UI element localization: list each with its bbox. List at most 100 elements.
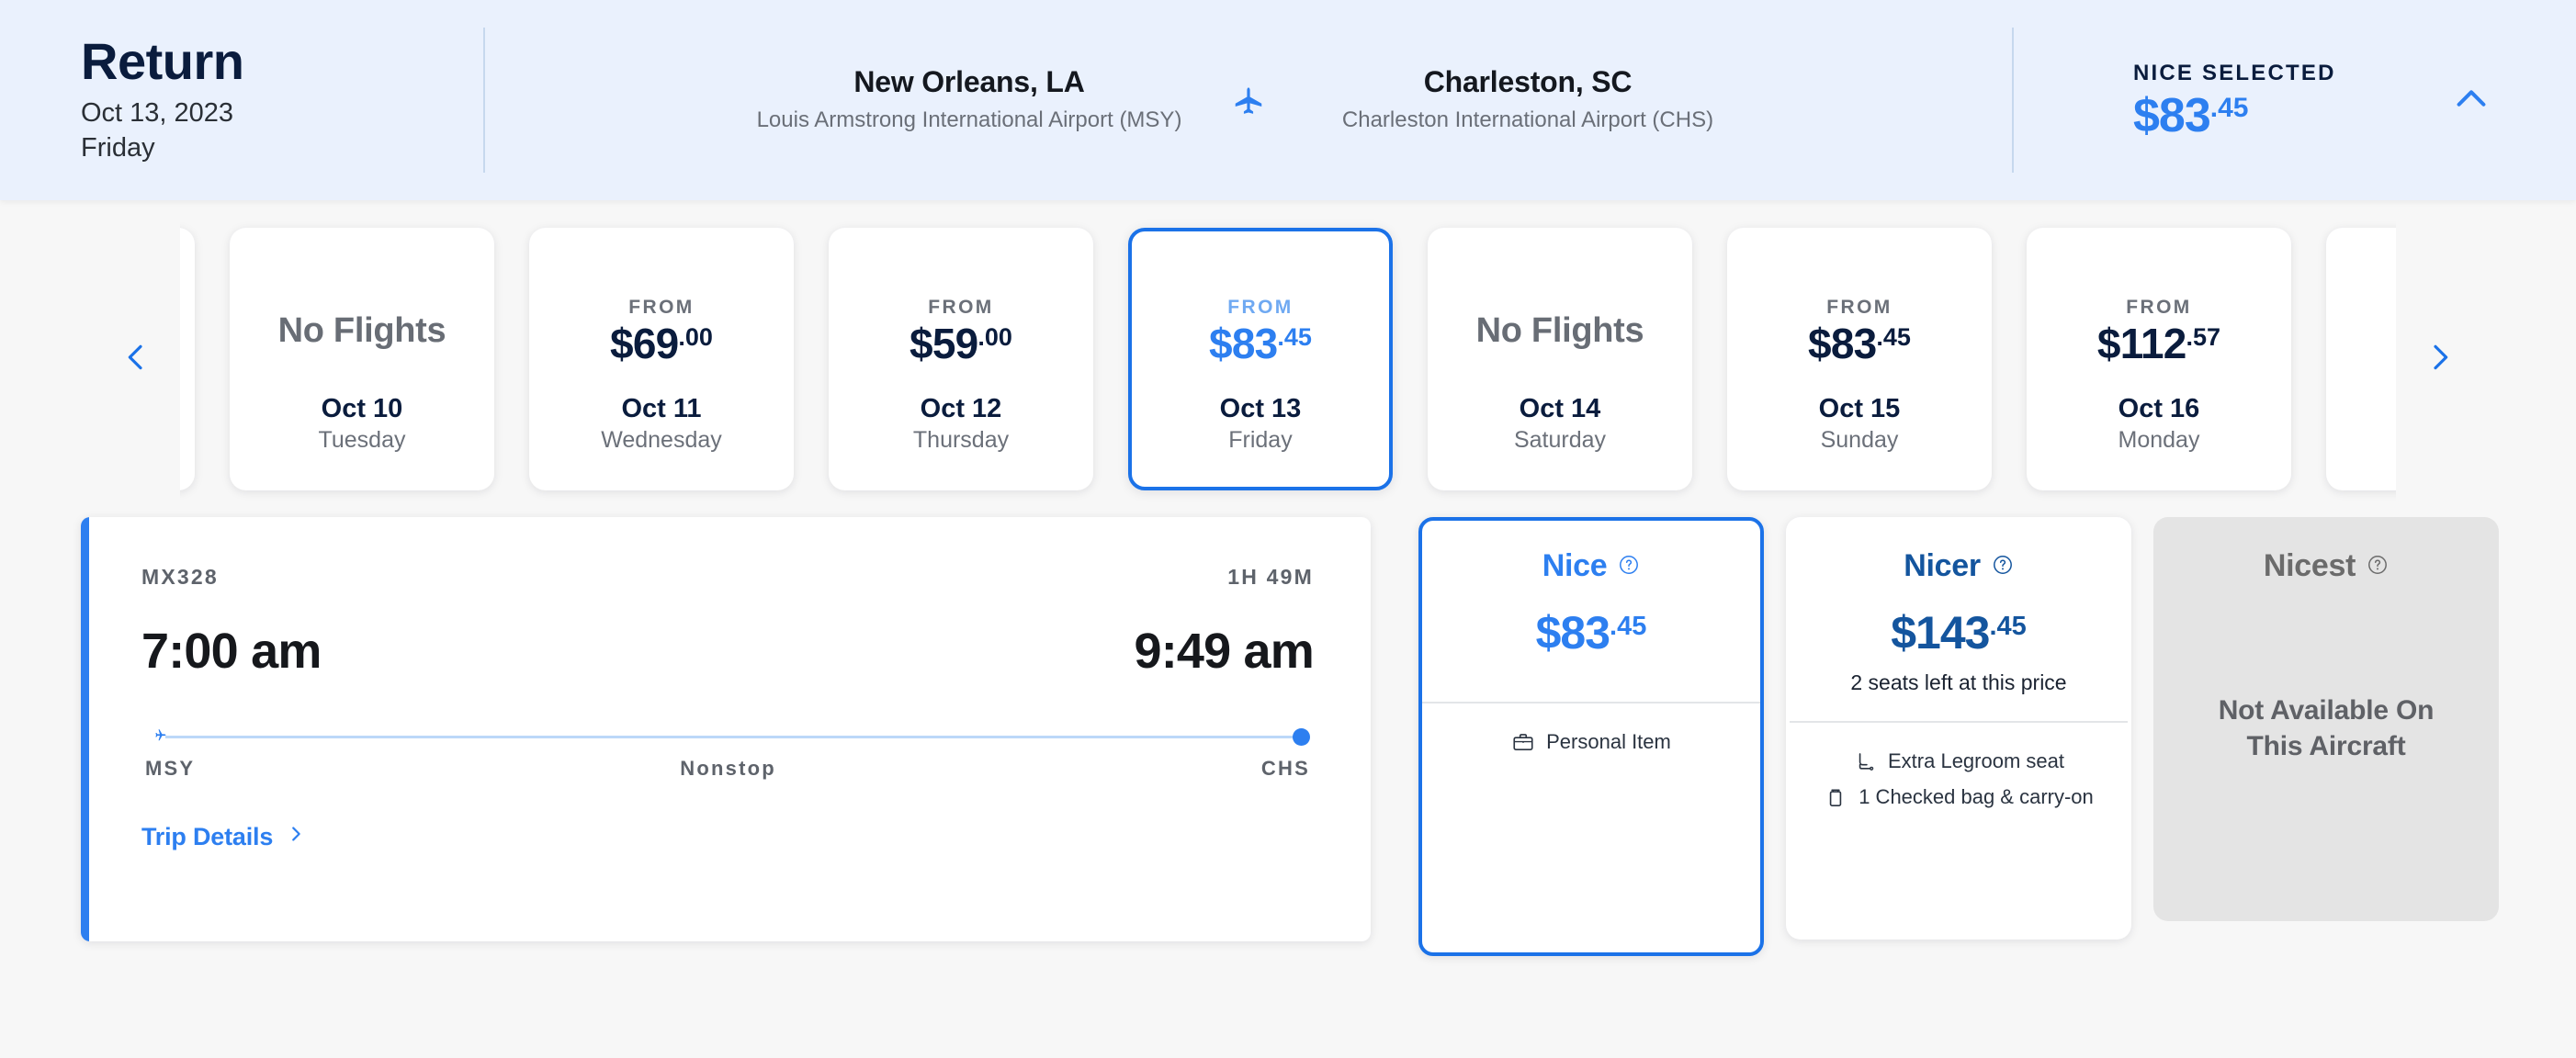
fare-perk-label: 1 Checked bag & carry-on (1859, 782, 2094, 812)
fare-name: Nicer (1904, 548, 1981, 584)
date-card-price-whole: $69 (610, 320, 678, 367)
fare-name-row: Nice (1542, 548, 1641, 584)
flight-card[interactable]: MX328 1H 49M 7:00 am 9:49 am MSY Nonstop… (81, 517, 1371, 941)
date-card-price: $83.45 (1808, 322, 1911, 365)
selected-fare-summary: NICE SELECTED $83.45 (2014, 59, 2576, 141)
checked-bag-icon (1824, 785, 1847, 809)
arrival-time: 9:49 am (1134, 623, 1314, 680)
date-card-price-cents: .57 (2186, 323, 2221, 351)
destination-city: Charleston, SC (1284, 63, 1771, 102)
flight-result-row: MX328 1H 49M 7:00 am 9:49 am MSY Nonstop… (0, 517, 2576, 956)
no-flights-label: No Flights (278, 311, 446, 351)
fare-card-nicer[interactable]: Nicer $143.45 2 seats left at this price (1786, 517, 2131, 940)
collapse-itinerary-button[interactable] (2438, 67, 2504, 133)
carousel-next-button[interactable] (2396, 200, 2484, 517)
date-card-price-cents: .00 (678, 323, 713, 351)
legroom-seat-icon (1853, 749, 1877, 773)
fare-perk: Extra Legroom seat (1810, 743, 2107, 779)
date-card[interactable]: FROM $83.45 Oct 15 Sunday (1727, 228, 1992, 490)
destination-airport: Charleston International Airport (CHS) (1284, 105, 1771, 137)
return-summary: Return Oct 13, 2023 Friday (0, 34, 483, 165)
date-card-weekday: Sunday (1819, 425, 1901, 456)
fare-price: $143.45 (1804, 610, 2113, 656)
fare-options: Nice $83.45 (1418, 517, 2499, 956)
date-card[interactable]: No Flights Oct 14 Saturday (1428, 228, 1692, 490)
date-card-price: $59.00 (910, 322, 1012, 365)
date-card[interactable]: FROM $59.00 Oct 12 Thursday (829, 228, 1093, 490)
date-card-price-area: FROM $69.00 (610, 268, 713, 392)
date-card-price-area: FROM $59.00 (910, 268, 1012, 392)
route-labels: MSY Nonstop CHS (145, 757, 1310, 781)
itinerary-header: Return Oct 13, 2023 Friday New Orleans, … (0, 0, 2576, 200)
fare-name: Nice (1542, 548, 1608, 584)
fare-unavailable-message: Not Available On This Aircraft (2157, 584, 2495, 917)
date-card-price-whole: $83 (1808, 320, 1876, 367)
chevron-right-icon (286, 821, 306, 853)
date-card-meta: Oct 14 Saturday (1514, 392, 1606, 456)
fare-perks: Extra Legroom seat 1 Checked bag & carry… (1790, 723, 2128, 936)
question-circle-icon[interactable] (1992, 548, 2014, 584)
fare-price-cents: .45 (1610, 612, 1646, 641)
question-circle-icon[interactable] (1618, 548, 1640, 584)
chevron-right-icon (2422, 339, 2458, 378)
flight-card-accent-bar (81, 517, 89, 941)
date-card-date: Oct 15 (1819, 392, 1901, 425)
destination-block: Charleston, SC Charleston International … (1284, 63, 1771, 137)
trip-details-button[interactable]: Trip Details (141, 821, 306, 853)
seats-left-note: 2 seats left at this price (1804, 670, 2113, 695)
origin-code: MSY (145, 757, 195, 781)
fare-price-whole: $83 (1536, 607, 1610, 658)
stops-label: Nonstop (680, 757, 776, 781)
destination-code: CHS (1261, 757, 1310, 781)
date-carousel: No Flights Oct 10 Tuesday FROM $69.00 Oc… (0, 200, 2576, 517)
selected-fare-price: $83.45 (2133, 91, 2336, 141)
return-weekday: Friday (81, 131, 483, 166)
date-card-meta: Oct 11 Wednesday (601, 392, 722, 456)
fare-header: Nicest (2157, 521, 2495, 584)
date-card-meta: Oct 10 Tuesday (319, 392, 406, 456)
date-card-price-area: No Flights (278, 268, 446, 392)
airplane-icon (145, 727, 173, 752)
date-card-weekday: Thursday (913, 425, 1009, 456)
selected-price-whole: $83 (2133, 89, 2210, 142)
date-card[interactable]: FROM $112.57 Oct 16 Monday (2027, 228, 2291, 490)
no-flights-label: No Flights (1476, 311, 1644, 351)
date-card-partial-right[interactable] (2326, 228, 2396, 490)
date-card-price: $112.57 (2097, 322, 2220, 365)
date-card-date: Oct 14 (1514, 392, 1606, 425)
fare-card-nice[interactable]: Nice $83.45 (1418, 517, 1764, 956)
date-card-partial-left[interactable] (180, 228, 195, 490)
route-progress: MSY Nonstop CHS (141, 727, 1314, 781)
selected-fare-label: NICE SELECTED (2133, 59, 2336, 87)
fare-name-row: Nicest (2264, 548, 2389, 584)
date-card-weekday: Tuesday (319, 425, 406, 456)
date-card-track[interactable]: No Flights Oct 10 Tuesday FROM $69.00 Oc… (180, 200, 2396, 517)
fare-perk-label: Personal Item (1546, 726, 1671, 757)
return-date: Oct 13, 2023 (81, 96, 483, 131)
question-circle-icon[interactable] (2367, 548, 2389, 584)
origin-block: New Orleans, LA Louis Armstrong Internat… (726, 63, 1213, 137)
date-card-price-whole: $83 (1209, 320, 1277, 367)
date-card-meta: Oct 13 Friday (1220, 392, 1302, 456)
origin-city: New Orleans, LA (726, 63, 1213, 102)
chevron-up-icon (2450, 78, 2492, 123)
date-card-meta: Oct 15 Sunday (1819, 392, 1901, 456)
date-card-weekday: Wednesday (601, 425, 722, 456)
date-card[interactable]: FROM $69.00 Oct 11 Wednesday (529, 228, 794, 490)
date-card-price-cents: .00 (977, 323, 1012, 351)
airplane-icon (1213, 80, 1284, 120)
from-label: FROM (2126, 297, 2191, 319)
fare-price-whole: $143 (1891, 607, 1989, 658)
personal-item-icon (1511, 730, 1535, 754)
fare-name: Nicest (2264, 548, 2356, 584)
fare-price-cents: .45 (1989, 612, 2026, 641)
fare-header: Nice $83.45 (1422, 521, 1760, 656)
date-card[interactable]: No Flights Oct 10 Tuesday (230, 228, 494, 490)
flight-times: 7:00 am 9:49 am (141, 623, 1314, 680)
date-card-selected[interactable]: FROM $83.45 Oct 13 Friday (1128, 228, 1393, 490)
carousel-prev-button[interactable] (92, 200, 180, 517)
date-card-meta: Oct 16 Monday (2118, 392, 2200, 456)
flight-number: MX328 (141, 565, 219, 590)
fare-price: $83.45 (1437, 610, 1746, 656)
date-card-price: $69.00 (610, 322, 713, 365)
